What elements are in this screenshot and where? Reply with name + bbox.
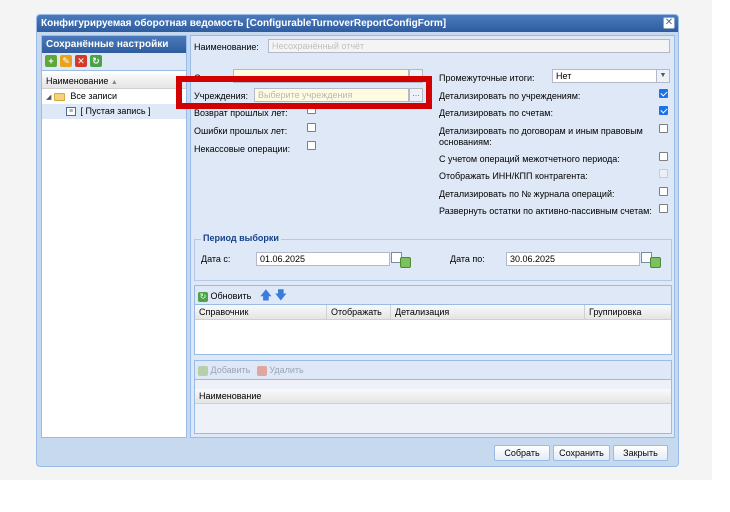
collect-button[interactable]: Собрать xyxy=(494,445,550,461)
add-icon xyxy=(198,365,208,376)
option-label: Детализировать по № журнала операций: xyxy=(439,189,615,199)
refresh-button[interactable]: Обновить xyxy=(211,291,252,301)
column-header-label: Наименование xyxy=(46,76,109,86)
folder-icon xyxy=(53,92,65,101)
column-header[interactable]: Отображать xyxy=(327,305,391,320)
name-field[interactable]: Несохранённый отчёт xyxy=(268,39,670,53)
window-title: Конфигурируемая оборотная ведомость [Con… xyxy=(37,15,678,32)
arrow-up-icon[interactable]: 🡅 xyxy=(260,288,272,302)
tree-node-all-records[interactable]: ◢ Все записи xyxy=(42,89,186,104)
highlight-box xyxy=(176,76,432,109)
close-button[interactable]: Закрыть xyxy=(613,445,668,461)
show-inn-checkbox[interactable] xyxy=(659,169,668,178)
saved-settings-panel: Сохранённые настройки + ✎ ✕ ↻ Наименован… xyxy=(41,35,187,438)
arrow-down-icon[interactable]: 🡇 xyxy=(275,288,287,302)
close-icon[interactable]: ✕ xyxy=(663,17,675,29)
column-header-name[interactable]: Наименование ▲ xyxy=(42,74,186,89)
date-from-field[interactable]: 01.06.2025 xyxy=(256,252,390,266)
calendar-icon[interactable] xyxy=(641,252,661,268)
calendar-icon[interactable] xyxy=(391,252,411,268)
detail-accounts-checkbox[interactable] xyxy=(659,106,668,115)
date-to-label: Дата по: xyxy=(450,254,485,264)
noncash-checkbox[interactable] xyxy=(307,141,316,150)
prev-errors-checkbox[interactable] xyxy=(307,123,316,132)
directories-grid-header: Справочник Отображать Детализация Группи… xyxy=(195,305,671,320)
saved-settings-title: Сохранённые настройки xyxy=(42,36,186,53)
detail-institutions-checkbox[interactable] xyxy=(659,89,668,98)
save-button[interactable]: Сохранить xyxy=(553,445,610,461)
column-header[interactable]: Группировка xyxy=(585,305,673,320)
tree-node-empty-record[interactable]: ≡ [ Пустая запись ] xyxy=(42,104,186,119)
expand-icon[interactable]: ◢ xyxy=(46,94,51,101)
subtotals-label: Промежуточные итоги: xyxy=(439,73,535,83)
expand-balances-checkbox[interactable] xyxy=(659,204,668,213)
column-header[interactable]: Наименование xyxy=(195,389,673,404)
option-label: С учетом операций межотчетного периода: xyxy=(439,154,620,164)
subtotals-select[interactable]: Нет xyxy=(552,69,657,83)
detail-journal-checkbox[interactable] xyxy=(659,187,668,196)
directories-toolbar: ↻ Обновить 🡅 🡇 xyxy=(195,286,671,305)
date-from-label: Дата с: xyxy=(201,254,231,264)
option-label: Отображать ИНН/КПП контрагента: xyxy=(439,171,588,181)
interperiod-checkbox[interactable] xyxy=(659,152,668,161)
directories-grid: ↻ Обновить 🡅 🡇 Справочник Отображать Дет… xyxy=(194,285,672,355)
saved-settings-toolbar: + ✎ ✕ ↻ xyxy=(42,53,186,71)
delete-icon xyxy=(256,365,267,376)
column-header[interactable]: Справочник xyxy=(195,305,327,320)
sort-asc-icon: ▲ xyxy=(110,79,118,86)
delete-icon[interactable]: ✕ xyxy=(75,55,87,67)
chevron-down-icon[interactable]: ▼ xyxy=(656,69,670,83)
detail-contracts-checkbox[interactable] xyxy=(659,124,668,133)
noncash-label: Некассовые операции: xyxy=(194,144,291,154)
page-background-bottom xyxy=(0,480,730,512)
refresh-icon[interactable]: ↻ xyxy=(198,291,208,302)
period-legend: Период выборки xyxy=(201,233,281,243)
column-header[interactable]: Детализация xyxy=(391,305,585,320)
option-label: Детализировать по договорам и иным право… xyxy=(439,126,643,147)
option-label: Развернуть остатки по активно-пассивным … xyxy=(439,206,652,216)
name-label: Наименование: xyxy=(194,42,259,52)
page-background-right xyxy=(712,0,730,512)
prev-years-label: Возврат прошлых лет: xyxy=(194,108,288,118)
names-toolbar: Добавить Удалить xyxy=(195,361,671,380)
names-grid-header: Наименование xyxy=(195,389,671,404)
prev-errors-label: Ошибки прошлых лет: xyxy=(194,126,288,136)
date-to-field[interactable]: 30.06.2025 xyxy=(506,252,640,266)
option-label: Детализировать по учреждениям: xyxy=(439,91,581,101)
names-grid: Добавить Удалить Наименование xyxy=(194,360,672,434)
period-fieldset: Период выборки Дата с: 01.06.2025 Дата п… xyxy=(194,233,672,281)
tree-node-label: Все записи xyxy=(70,91,117,101)
record-icon: ≡ xyxy=(66,107,76,117)
add-button[interactable]: Добавить xyxy=(211,365,251,375)
add-icon[interactable]: + xyxy=(45,55,57,67)
refresh-icon[interactable]: ↻ xyxy=(90,55,102,67)
edit-icon[interactable]: ✎ xyxy=(60,55,72,67)
delete-button[interactable]: Удалить xyxy=(269,365,303,375)
option-label: Детализировать по счетам: xyxy=(439,108,553,118)
tree-node-label: [ Пустая запись ] xyxy=(80,106,151,116)
